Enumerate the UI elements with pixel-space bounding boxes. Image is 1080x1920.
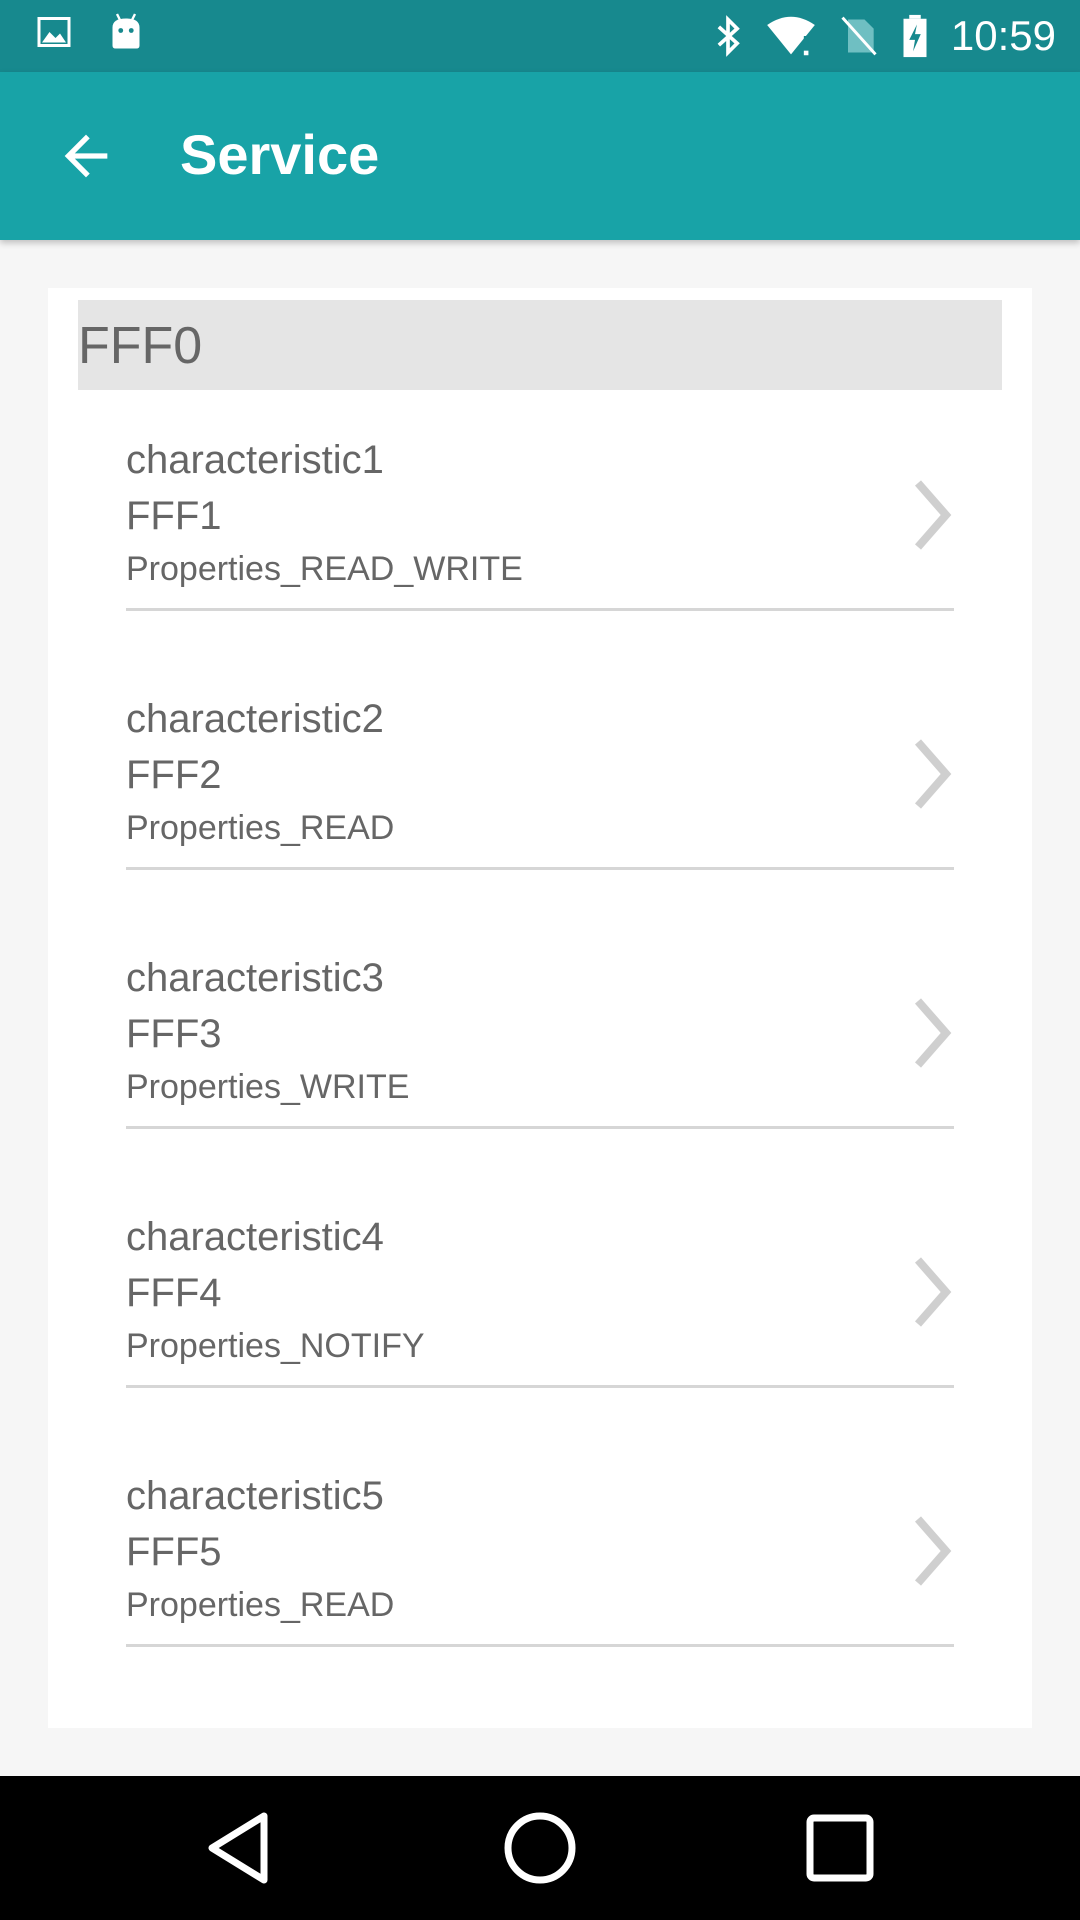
characteristic-name: characteristic4: [126, 1215, 384, 1259]
arrow-back-icon[interactable]: [54, 124, 118, 188]
characteristic-uuid: FFF4: [126, 1271, 222, 1315]
list-item-characteristic3[interactable]: characteristic3 FFF3 Properties_WRITE: [126, 956, 954, 1129]
characteristic-name: characteristic2: [126, 697, 384, 741]
chevron-right-icon: [914, 480, 952, 550]
navigation-bar: [0, 1776, 1080, 1920]
characteristic-properties: Properties_NOTIFY: [126, 1327, 425, 1365]
characteristic-properties: Properties_READ: [126, 1586, 395, 1624]
wifi-alert-icon: [767, 16, 815, 56]
status-bar: 10:59: [0, 0, 1080, 72]
list-item-characteristic1[interactable]: characteristic1 FFF1 Properties_READ_WRI…: [126, 438, 954, 611]
list-item-characteristic2[interactable]: characteristic2 FFF2 Properties_READ: [126, 697, 954, 870]
back-triangle-icon[interactable]: [200, 1808, 280, 1888]
service-card: FFF0 characteristic1 FFF1 Properties_REA…: [48, 288, 1032, 1728]
characteristic-name: characteristic1: [126, 438, 384, 482]
characteristic-uuid: FFF3: [126, 1012, 222, 1056]
service-uuid: FFF0: [78, 317, 203, 375]
bluetooth-icon: [717, 15, 740, 57]
characteristic-properties: Properties_WRITE: [126, 1068, 410, 1106]
page-title: Service: [180, 123, 380, 186]
list-item-characteristic5[interactable]: characteristic5 FFF5 Properties_READ: [126, 1474, 954, 1647]
chevron-right-icon: [914, 739, 952, 809]
characteristic-uuid: FFF2: [126, 753, 222, 797]
characteristic-name: characteristic5: [126, 1474, 384, 1518]
service-header: FFF0: [78, 300, 1002, 390]
chevron-right-icon: [914, 1516, 952, 1586]
characteristic-name: characteristic3: [126, 956, 384, 1000]
status-time: 10:59: [950, 12, 1056, 59]
status-right-icons: 10:59: [713, 10, 1056, 62]
characteristic-properties: Properties_READ_WRITE: [126, 550, 523, 588]
app-bar: Service: [0, 72, 1080, 240]
battery-charging-icon: [903, 14, 927, 58]
image-icon: [37, 17, 71, 47]
list-item-characteristic4[interactable]: characteristic4 FFF4 Properties_NOTIFY: [126, 1215, 954, 1388]
android-icon: [112, 13, 140, 49]
status-left-icons: [36, 12, 144, 52]
home-circle-icon[interactable]: [500, 1808, 580, 1888]
characteristic-uuid: FFF5: [126, 1530, 222, 1574]
no-sim-icon: [841, 16, 877, 56]
characteristic-uuid: FFF1: [126, 494, 222, 538]
chevron-right-icon: [914, 998, 952, 1068]
chevron-right-icon: [914, 1257, 952, 1327]
characteristic-properties: Properties_READ: [126, 809, 395, 847]
recents-square-icon[interactable]: [800, 1808, 880, 1888]
